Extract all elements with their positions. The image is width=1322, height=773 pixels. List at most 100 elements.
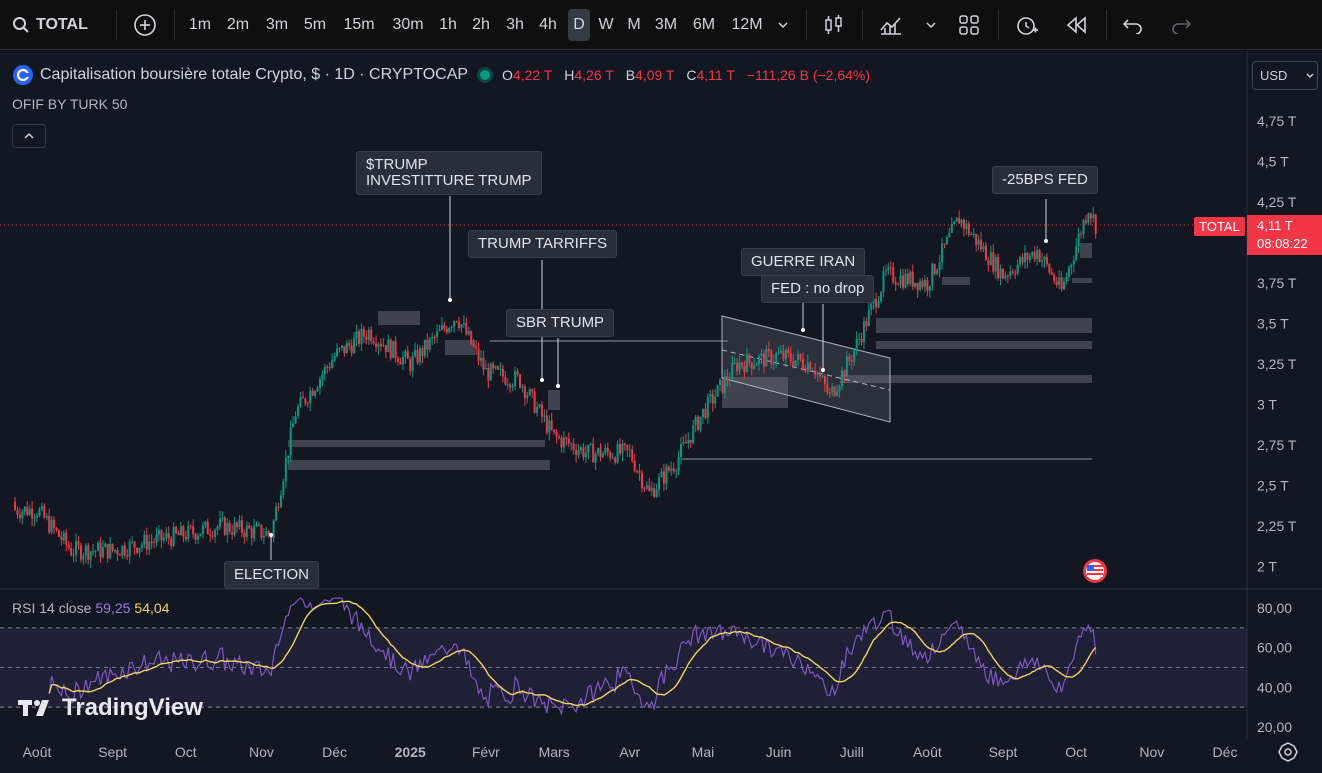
- rsi-legend[interactable]: RSI 14 close 59,25 54,04: [12, 600, 169, 616]
- price-axis-label: 3,25 T: [1257, 356, 1297, 372]
- candle-body: [701, 408, 704, 417]
- candle-body: [421, 347, 424, 357]
- candle-body: [748, 354, 751, 363]
- candle-body: [21, 511, 24, 518]
- candle-body: [858, 338, 861, 340]
- candle-body: [1004, 275, 1007, 279]
- annotation-election[interactable]: ELECTION: [224, 561, 320, 589]
- candle-body: [292, 423, 295, 428]
- candle-body: [950, 224, 953, 233]
- candle-body: [165, 533, 168, 538]
- candle-body: [1072, 260, 1075, 265]
- candle-body: [399, 361, 402, 365]
- candle-body: [187, 525, 190, 540]
- candle-body: [723, 376, 726, 393]
- price-axis-label: 4,25 T: [1257, 194, 1297, 210]
- tradingview-logo[interactable]: TradingView: [18, 694, 203, 722]
- candle-body: [731, 362, 734, 380]
- candle-body: [916, 282, 919, 291]
- price-axis-label: 3,5 T: [1257, 316, 1289, 332]
- candle-body: [958, 217, 961, 224]
- candle-body: [658, 477, 661, 490]
- candle-body: [897, 284, 900, 286]
- annotation-25bps-fed[interactable]: -25BPS FED: [992, 166, 1098, 194]
- candle-body: [570, 443, 573, 445]
- cryptocap-logo-icon: [13, 65, 33, 85]
- candle-body: [96, 542, 99, 551]
- candle-body: [250, 528, 253, 538]
- candle-body: [692, 425, 695, 443]
- candle-body: [406, 351, 409, 359]
- candle-body: [284, 457, 287, 482]
- candle-body: [704, 408, 707, 418]
- candle-body: [577, 450, 580, 456]
- annotation-anchor: [540, 378, 544, 382]
- candle-body: [1026, 253, 1029, 261]
- high-value: 4,26 T: [574, 67, 614, 83]
- collapse-legend-button[interactable]: [12, 124, 46, 148]
- price-axis-label: 2,75 T: [1257, 437, 1297, 453]
- candle-body: [760, 353, 763, 357]
- candle-body: [294, 416, 297, 424]
- candle-body: [479, 357, 482, 361]
- candle-body: [611, 457, 614, 459]
- candle-body: [548, 420, 551, 433]
- candle-body: [509, 384, 512, 388]
- candle-body: [933, 263, 936, 275]
- candle-body: [831, 386, 834, 393]
- candle-body: [1089, 213, 1092, 219]
- candle-body: [745, 354, 748, 373]
- candle-body: [843, 370, 846, 377]
- candle-body: [648, 485, 651, 491]
- candle-body: [1009, 271, 1012, 276]
- gear-icon[interactable]: [1278, 742, 1298, 762]
- candle-body: [619, 444, 622, 454]
- candle-body: [382, 345, 385, 347]
- candle-body: [48, 516, 51, 533]
- candle-body: [562, 437, 565, 448]
- candle-body: [455, 321, 458, 323]
- candle-body: [331, 360, 334, 368]
- candle-body: [921, 281, 924, 287]
- candle-body: [775, 353, 778, 362]
- candle-body: [726, 376, 729, 381]
- candle-body: [233, 522, 236, 535]
- candle-body: [694, 416, 697, 426]
- candle-body: [533, 391, 536, 413]
- candle-body: [53, 519, 56, 529]
- candle-body: [911, 271, 914, 287]
- time-axis-label: Oct: [175, 744, 197, 760]
- candle-body: [719, 379, 722, 385]
- candle-body: [87, 545, 90, 560]
- candle-body: [445, 328, 448, 333]
- high-label: H: [564, 67, 575, 83]
- candle-body: [653, 488, 656, 497]
- candle-body: [499, 368, 502, 370]
- candle-body: [82, 555, 85, 560]
- indicator-legend[interactable]: OFIF BY TURK 50: [12, 96, 127, 112]
- symbol-title[interactable]: Capitalisation boursière totale Crypto, …: [40, 66, 468, 84]
- candle-body: [497, 366, 500, 370]
- candle-body: [72, 554, 75, 556]
- candle-body: [616, 444, 619, 463]
- candle-body: [765, 348, 768, 367]
- candle-body: [633, 461, 636, 471]
- candle-body: [1075, 246, 1078, 261]
- annotation-trump-tariffs[interactable]: TRUMP TARRIFFS: [468, 230, 618, 258]
- annotation-sbr-trump[interactable]: SBR TRUMP: [506, 309, 615, 337]
- candle-body: [70, 548, 73, 556]
- candle-body: [553, 429, 556, 432]
- annotation-anchor: [448, 298, 452, 302]
- candle-body: [370, 329, 373, 342]
- annotation-trump-inauguration[interactable]: $TRUMP INVESTITTURE TRUMP: [356, 151, 542, 195]
- price-chart[interactable]: 4,75 T4,5 T4,25 T4 T3,75 T3,5 T3,25 T3 T…: [0, 0, 1322, 773]
- candle-body: [460, 324, 463, 329]
- us-flag-event-icon[interactable]: [1079, 558, 1111, 584]
- annotation-guerre-iran[interactable]: GUERRE IRAN: [741, 248, 866, 276]
- candle-body: [838, 386, 841, 392]
- candle-body: [609, 452, 612, 459]
- annotation-fed-no-drop[interactable]: FED : no drop: [761, 275, 875, 303]
- candle-body: [199, 533, 202, 537]
- candle-body: [226, 522, 229, 535]
- currency-select[interactable]: USD: [1252, 61, 1318, 90]
